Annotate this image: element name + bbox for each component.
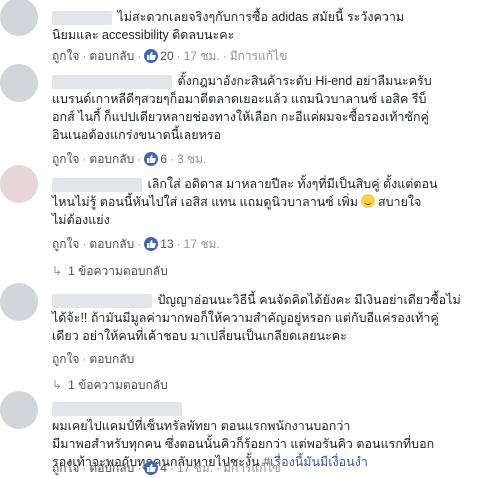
like-count[interactable]: 13 <box>160 237 173 251</box>
avatar[interactable] <box>0 165 38 203</box>
like-button[interactable]: ถูกใจ <box>52 49 79 63</box>
timestamp[interactable]: 3 ชม. <box>177 152 206 166</box>
comment-2: ตั้งกฎมาอังกะสินค้าระดับ Hi-end อย่าลืมน… <box>0 64 491 174</box>
like-button[interactable]: ถูกใจ <box>52 352 79 366</box>
thumbs-up-icon[interactable] <box>144 152 159 166</box>
comment-text-line: อกส์ ไนกี้ ก็แปปเดียวหลายช่องทางให้เลือก… <box>52 110 429 124</box>
comment-text-line: แบรนด์เกาหลีดีๆสวยๆก็อมาตีตลาดเยอะแล้ว แ… <box>52 92 427 106</box>
like-button[interactable]: ถูกใจ <box>52 461 79 475</box>
smiley-icon <box>360 194 375 208</box>
thumbs-up-icon[interactable] <box>144 49 159 63</box>
author-name-blurred[interactable] <box>52 10 112 25</box>
reply-button[interactable]: ตอบกลับ <box>89 352 134 366</box>
like-count[interactable]: 20 <box>160 49 173 63</box>
thumbs-up-icon[interactable] <box>144 237 159 251</box>
comment-5: ผมเคยไปแคมป์ที่เซ็นทรัลพัทยา ตอนแรกพนักง… <box>0 391 491 475</box>
comment-body: ไม่สะดวกเลยจริงๆกับการซื้อ adidas สมัยนี… <box>52 8 483 44</box>
comment-text-line: มีมาพอสำหรับทุกคน ซึ่งตอนนั้นคิวก็ร้อยกว… <box>52 437 435 451</box>
like-button[interactable]: ถูกใจ <box>52 152 79 166</box>
comment-text-line: ไหนไม่รู้ ตอนนี้หันไปใส่ เอสิส แทน แถมดู… <box>52 194 422 209</box>
avatar[interactable] <box>0 64 38 102</box>
reply-button[interactable]: ตอบกลับ <box>89 237 134 251</box>
reply-arrow-icon: ↳ <box>52 378 63 392</box>
avatar[interactable] <box>0 391 38 429</box>
avatar[interactable] <box>0 283 38 321</box>
reply-arrow-icon: ↳ <box>52 264 63 278</box>
comment-text-line: ปัญญาอ่อนนะวิธีนี้ คนจัดคิดได้ยังคะ มีเง… <box>157 293 461 307</box>
comment-body: ปัญญาอ่อนนะวิธีนี้ คนจัดคิดได้ยังคะ มีเง… <box>52 291 483 345</box>
author-name-blurred[interactable] <box>52 177 142 192</box>
comment-text-line: อินเนอต้องแกร่งขนาดนี้เลยหรอ <box>52 128 222 142</box>
comment-text-line: ไม่สะดวกเลยจริงๆกับการซื้อ adidas สมัยนี… <box>117 10 405 24</box>
like-count[interactable]: 6 <box>160 152 167 166</box>
comment-actions: ถูกใจ · ตอบกลับ <box>52 352 135 366</box>
comment-actions: ถูกใจ · ตอบกลับ · 13 · 17 ชม. <box>52 237 220 251</box>
comment-1: ไม่สะดวกเลยจริงๆกับการซื้อ adidas สมัยนี… <box>0 0 491 63</box>
thumbs-up-icon[interactable] <box>144 461 159 475</box>
comment-3: เลิกใส่ อดิดาส มาหลายปีละ ทั้งๆที่มีเป็น… <box>0 165 491 280</box>
comment-text-line: เลิกใส่ อดิดาส มาหลายปีละ ทั้งๆที่มีเป็น… <box>147 177 438 191</box>
reply-button[interactable]: ตอบกลับ <box>89 49 134 63</box>
comment-text-line: นิยมและ accessibility ติดลบนะคะ <box>52 28 235 42</box>
timestamp[interactable]: 17 ชม. <box>184 237 220 251</box>
like-count[interactable]: 4 <box>160 461 167 475</box>
comment-body: ตั้งกฎมาอังกะสินค้าระดับ Hi-end อย่าลืมน… <box>52 72 483 144</box>
comment-4: ปัญญาอ่อนนะวิธีนี้ คนจัดคิดได้ยังคะ มีเง… <box>0 283 491 392</box>
edited-label[interactable]: มีการแก้ไข <box>230 49 288 63</box>
author-name-blurred[interactable] <box>52 401 182 416</box>
edited-label[interactable]: มีการแก้ไข <box>223 461 281 475</box>
comment-text-line: ไม่ต้องแย่ง <box>52 213 110 227</box>
author-name-blurred[interactable] <box>52 74 172 89</box>
author-name-blurred[interactable] <box>52 293 152 308</box>
timestamp[interactable]: 17 ชม. <box>177 461 213 475</box>
timestamp[interactable]: 17 ชม. <box>184 49 220 63</box>
comment-text-line: เดียว อย่าให้คนที่เค้าชอบ มาเปลี่ยนเป็นเ… <box>52 329 347 343</box>
like-button[interactable]: ถูกใจ <box>52 237 79 251</box>
view-replies-link[interactable]: ↳ 1 ข้อความตอบกลับ <box>52 262 168 281</box>
comment-text-line: ได้จ้ะ!! ถ้ามันมีมูลค่ามากพอก็ให้ความสำค… <box>52 311 439 325</box>
comment-body: เลิกใส่ อดิดาส มาหลายปีละ ทั้งๆที่มีเป็น… <box>52 175 483 229</box>
reply-button[interactable]: ตอบกลับ <box>89 461 134 475</box>
comment-actions: ถูกใจ · ตอบกลับ · 4 · 17 ชม. · มีการแก้ไข <box>52 461 281 475</box>
comment-text-line: ตั้งกฎมาอังกะสินค้าระดับ Hi-end อย่าลืมน… <box>177 74 432 88</box>
comment-text-line: ผมเคยไปแคมป์ที่เซ็นทรัลพัทยา ตอนแรกพนักง… <box>52 419 351 433</box>
avatar[interactable] <box>0 0 38 36</box>
reply-button[interactable]: ตอบกลับ <box>89 152 134 166</box>
